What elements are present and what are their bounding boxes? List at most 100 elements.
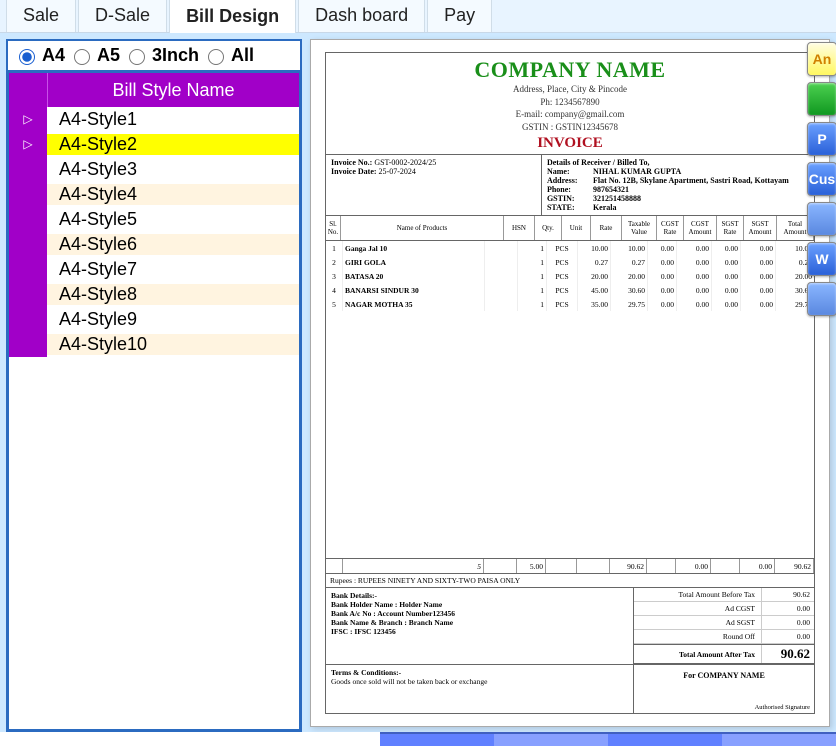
item-name: NAGAR MOTHA 35 — [343, 297, 485, 311]
recv-addr: Flat No. 12B, Skylane Apartment, Sastri … — [593, 176, 789, 185]
item-sa: 0.00 — [741, 283, 776, 297]
before-tax-value: 90.62 — [761, 588, 814, 601]
tab-pay[interactable]: Pay — [427, 0, 492, 32]
bank-branch: Bank Name & Branch : Branch Name — [331, 618, 453, 627]
tab-bill-design[interactable]: Bill Design — [169, 0, 296, 33]
item-unit: PCS — [547, 297, 578, 311]
radio-all[interactable]: All — [203, 45, 254, 66]
item-sl: 2 — [326, 255, 343, 269]
left-panel: A4A53InchAll Bill Style Name A4-Style1A4… — [6, 39, 302, 732]
item-name: GIRI GOLA — [343, 255, 485, 269]
style-row[interactable]: A4-Style1 — [9, 107, 299, 132]
recv-state-label: STATE: — [547, 203, 593, 212]
grid-body[interactable]: A4-Style1A4-Style2A4-Style3A4-Style4A4-S… — [9, 107, 299, 729]
side-button-An[interactable]: An — [807, 42, 836, 76]
recv-phone: 987654321 — [593, 185, 629, 194]
item-tv: 10.00 — [611, 241, 648, 255]
tab-sale[interactable]: Sale — [6, 0, 76, 32]
radio-3inch[interactable]: 3Inch — [124, 45, 199, 66]
item-sr: 0.00 — [712, 269, 741, 283]
side-button-Cus[interactable]: Cus — [807, 162, 836, 196]
item-sa: 0.00 — [741, 297, 776, 311]
workspace: A4A53InchAll Bill Style Name A4-Style1A4… — [0, 33, 836, 738]
invoice-title: INVOICE — [326, 135, 814, 152]
item-ca: 0.00 — [677, 297, 712, 311]
bank-acct: Bank A/c No : Account Number123456 — [331, 609, 455, 618]
radio-input-a4[interactable] — [19, 49, 35, 65]
invoice-meta-right: Details of Receiver / Billed To, Name:NI… — [542, 155, 814, 215]
radio-input-all[interactable] — [208, 49, 224, 65]
style-row[interactable]: A4-Style7 — [9, 257, 299, 282]
cgst-value: 0.00 — [761, 602, 814, 615]
radio-label: 3Inch — [152, 45, 199, 66]
style-row[interactable]: A4-Style6 — [9, 232, 299, 257]
bank-title: Bank Details:- — [331, 591, 377, 600]
inv-date-value: 25-07-2024 — [379, 167, 416, 176]
item-tv: 20.00 — [611, 269, 648, 283]
tab-dash-board[interactable]: Dash board — [298, 0, 425, 32]
item-sr: 0.00 — [712, 297, 741, 311]
style-row[interactable]: A4-Style10 — [9, 332, 299, 357]
terms-title: Terms & Conditions:- — [331, 668, 401, 677]
invoice-meta: Invoice No.: GST-0002-2024/25 Invoice Da… — [326, 154, 814, 216]
style-row[interactable]: A4-Style2 — [9, 132, 299, 157]
side-button-P[interactable]: P — [807, 122, 836, 156]
style-name-cell: A4-Style10 — [47, 334, 299, 356]
item-hsn — [485, 283, 518, 297]
item-unit: PCS — [547, 241, 578, 255]
recv-gstin-label: GSTIN: — [547, 194, 593, 203]
company-email: E-mail: company@gmail.com — [326, 108, 814, 121]
item-sl: 5 — [326, 297, 343, 311]
side-button-b5[interactable] — [807, 202, 836, 236]
grid-header-indicator — [9, 73, 48, 107]
col-ca: CGST Amount — [684, 216, 717, 240]
round-label: Round Off — [634, 630, 761, 643]
invoice-meta-left: Invoice No.: GST-0002-2024/25 Invoice Da… — [326, 155, 542, 215]
bank-details: Bank Details:- Bank Holder Name : Holder… — [326, 588, 634, 664]
row-indicator — [9, 282, 47, 308]
radio-a5[interactable]: A5 — [69, 45, 120, 66]
radio-input-3inch[interactable] — [129, 49, 145, 65]
item-hsn — [485, 255, 518, 269]
row-indicator — [9, 257, 47, 283]
item-qty: 1 — [518, 255, 547, 269]
tot-ca: 0.00 — [676, 559, 711, 573]
col-rate: Rate — [591, 216, 622, 240]
item-rate: 35.00 — [578, 297, 611, 311]
right-action-buttons: An P Cus W — [807, 42, 836, 316]
grid-header-title: Bill Style Name — [48, 73, 299, 107]
tab-d-sale[interactable]: D-Sale — [78, 0, 167, 32]
style-row[interactable]: A4-Style9 — [9, 307, 299, 332]
style-name-cell: A4-Style6 — [47, 234, 299, 256]
grid-header: Bill Style Name — [9, 73, 299, 107]
items-header: Sl. No. Name of Products HSN Qty. Unit R… — [326, 216, 814, 241]
recv-gstin: 321251458888 — [593, 194, 641, 203]
style-row[interactable]: A4-Style8 — [9, 282, 299, 307]
item-rate: 20.00 — [578, 269, 611, 283]
col-tv: Taxable Value — [622, 216, 657, 240]
item-tv: 0.27 — [611, 255, 648, 269]
style-row[interactable]: A4-Style5 — [9, 207, 299, 232]
after-tax-label: Total Amount After Tax — [634, 645, 761, 663]
side-button-W[interactable]: W — [807, 242, 836, 276]
radio-a4[interactable]: A4 — [14, 45, 65, 66]
row-indicator — [9, 157, 47, 183]
sgst-value: 0.00 — [761, 616, 814, 629]
item-qty: 1 — [518, 241, 547, 255]
style-row[interactable]: A4-Style3 — [9, 157, 299, 182]
radio-input-a5[interactable] — [74, 49, 90, 65]
after-tax-value: 90.62 — [761, 645, 814, 663]
style-row[interactable]: A4-Style4 — [9, 182, 299, 207]
item-hsn — [485, 241, 518, 255]
item-name: BANARSI SINDUR 30 — [343, 283, 485, 297]
receiver-title: Details of Receiver / Billed To, — [547, 158, 650, 167]
side-button-b7[interactable] — [807, 282, 836, 316]
item-rate: 0.27 — [578, 255, 611, 269]
item-ca: 0.00 — [677, 283, 712, 297]
company-gstin: GSTIN : GSTIN12345678 — [326, 121, 814, 134]
items-table: Sl. No. Name of Products HSN Qty. Unit R… — [326, 216, 814, 558]
item-tv: 29.75 — [611, 297, 648, 311]
side-button-b2[interactable] — [807, 82, 836, 116]
item-ca: 0.00 — [677, 255, 712, 269]
item-qty: 1 — [518, 269, 547, 283]
